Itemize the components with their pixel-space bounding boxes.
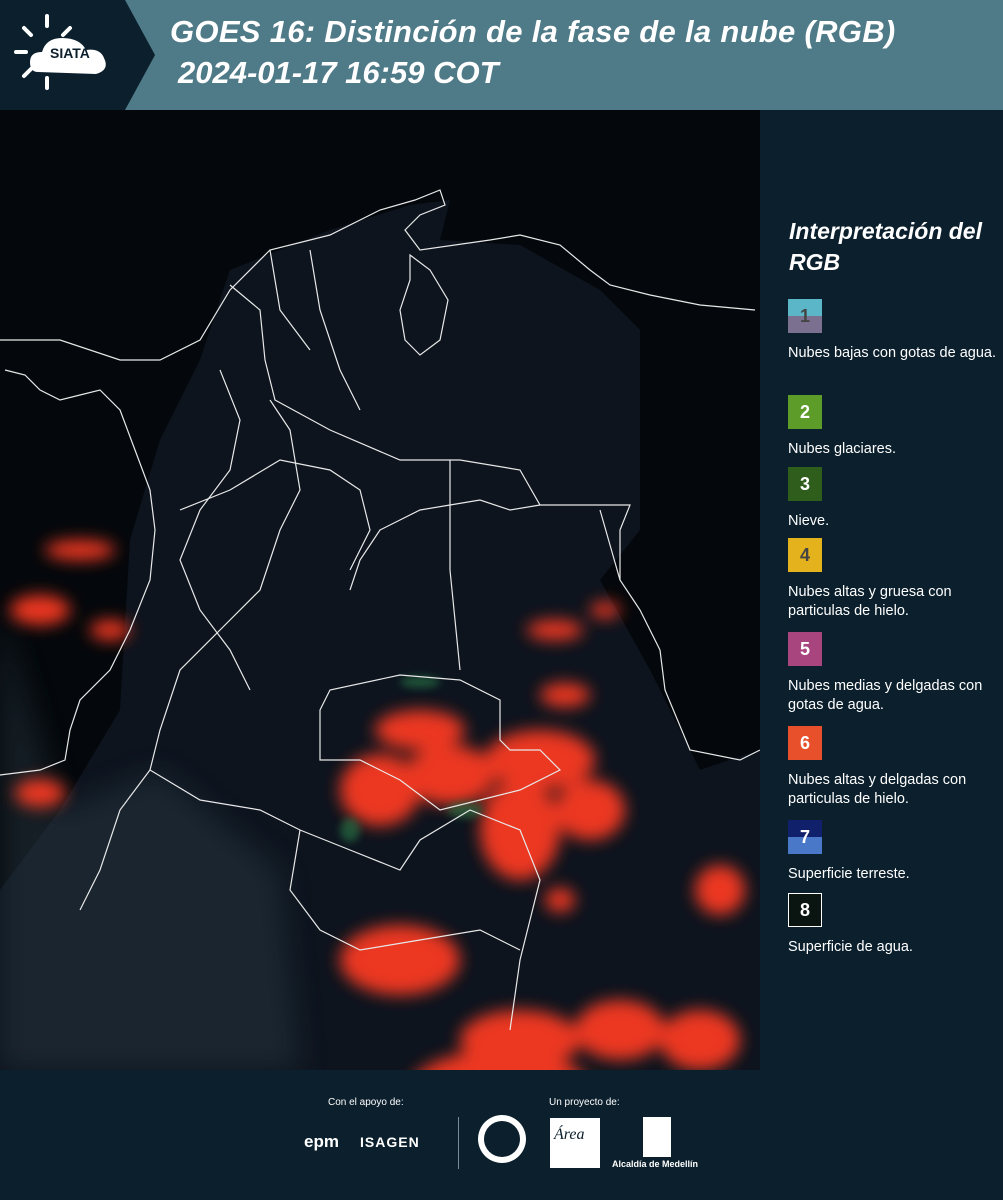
legend-swatch-1: 1 <box>788 299 822 333</box>
legend-label-4: Nubes altas y gruesa con particulas de h… <box>788 584 952 619</box>
legend-label-5: Nubes medias y delgadas con gotas de agu… <box>788 678 983 713</box>
footer-sponsors: Con el apoyo de: Un proyecto de: epm ISA… <box>0 1070 1003 1200</box>
satellite-map <box>0 110 760 1070</box>
area-metropolitana-logo: Área <box>550 1118 600 1168</box>
footer-divider <box>458 1117 459 1169</box>
legend-swatch-8: 8 <box>788 893 822 927</box>
legend-swatch-4: 4 <box>788 538 822 572</box>
satellite-image <box>0 110 760 1070</box>
header-bar: SIATA GOES 16: Distinción de la fase de … <box>0 0 1003 110</box>
alcaldia-label: Alcaldía de Medellín <box>612 1159 699 1169</box>
alcaldia-shield-icon <box>643 1117 671 1157</box>
legend-label-2: Nubes glaciares. <box>788 441 896 457</box>
legend-label-8: Superficie de agua. <box>788 939 913 955</box>
legend-label-1: Nubes bajas con gotas de agua. <box>788 345 996 361</box>
epm-logo: epm <box>304 1132 339 1151</box>
legend-swatch-3: 3 <box>788 467 822 501</box>
page-timestamp: 2024-01-17 16:59 COT <box>178 55 499 90</box>
legend-swatch-5: 5 <box>788 632 822 666</box>
legend-label-3: Nieve. <box>788 513 830 529</box>
project-label: Un proyecto de: <box>549 1097 620 1108</box>
legend-swatch-2: 2 <box>788 395 822 429</box>
legend-swatch-6: 6 <box>788 726 822 760</box>
legend-label-7: Superficie terreste. <box>788 866 910 882</box>
page-title: GOES 16: Distinción de la fase de la nub… <box>170 14 896 49</box>
siata-logo-text: SIATA <box>50 45 90 61</box>
legend-label-6: Nubes altas y delgadas con particulas de… <box>788 772 967 807</box>
legend-title: Interpretación del RGB <box>789 218 982 275</box>
legend-swatch-7: 7 <box>788 820 822 854</box>
university-seal-icon <box>478 1115 526 1163</box>
isagen-logo: ISAGEN <box>360 1134 420 1150</box>
legend-panel: Interpretación del RGB 1 Nubes bajas con… <box>760 110 1003 1070</box>
support-label: Con el apoyo de: <box>328 1097 404 1108</box>
